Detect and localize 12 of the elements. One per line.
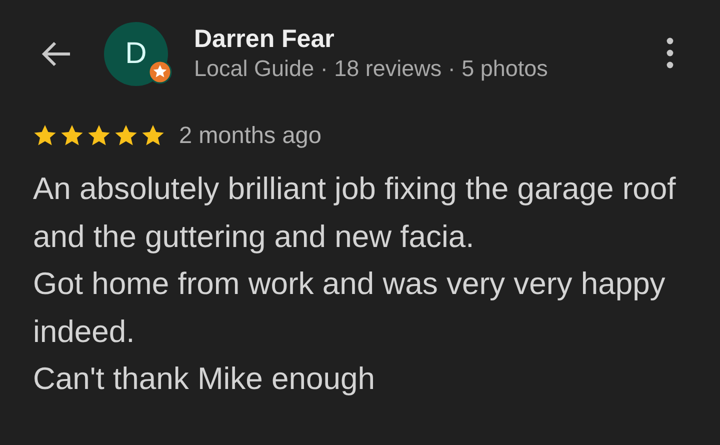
review-text: An absolutely brilliant job fixing the garage roof and the guttering and new facia. <box>33 170 677 256</box>
star-icon <box>141 124 165 147</box>
star-icon <box>33 124 57 147</box>
reviewer-name: Darren Fear <box>194 24 336 54</box>
star-icon <box>114 124 138 147</box>
review-text: Got home from work and was very very happy indeed. <box>33 265 666 350</box>
avatar: D <box>104 22 168 86</box>
star-icon <box>60 124 84 147</box>
review-text: Can't thank Mike enough <box>33 360 376 398</box>
review-time: 2 months ago <box>179 122 322 149</box>
star-icon <box>87 124 111 147</box>
reviewer-details: Local Guide · 18 reviews · 5 photos <box>194 55 549 83</box>
